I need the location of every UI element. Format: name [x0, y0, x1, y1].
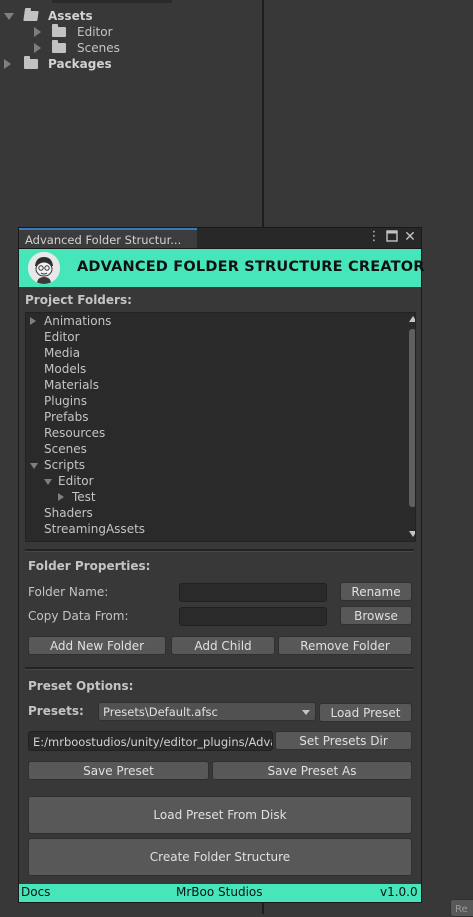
add-new-folder-button[interactable]: Add New Folder	[28, 636, 166, 655]
corner-button[interactable]: Re	[450, 899, 473, 917]
presets-dir-input[interactable]: E:/mrboostudios/unity/editor_plugins/Adv…	[28, 731, 273, 751]
folder-list-item-label: Animations	[44, 314, 112, 328]
section-divider	[25, 549, 414, 552]
folder-list-item[interactable]: Resources	[30, 425, 105, 441]
folder-list-item[interactable]: Scenes	[30, 441, 87, 457]
preset-options-heading: Preset Options:	[28, 679, 134, 693]
window-title: ADVANCED FOLDER STRUCTURE CREATOR	[77, 259, 425, 275]
load-preset-button[interactable]: Load Preset	[319, 703, 412, 722]
scroll-up-icon[interactable]	[409, 316, 415, 322]
folder-list-item[interactable]: Animations	[30, 313, 111, 329]
section-divider	[25, 667, 414, 670]
collapse-arrow-icon[interactable]	[30, 317, 36, 325]
window-tab-bar: Advanced Folder Structur... ⋮ ✕	[19, 228, 421, 249]
folder-icon	[52, 24, 66, 37]
folder-list-item-label: Scenes	[44, 442, 87, 456]
scroll-down-icon[interactable]	[409, 531, 415, 537]
close-icon[interactable]: ✕	[403, 230, 417, 244]
folder-list-item-label: Media	[44, 346, 81, 360]
folder-list-item-label: Test	[72, 490, 96, 504]
folder-list-item-label: Editor	[58, 474, 94, 488]
folder-list-item[interactable]: Plugins	[30, 393, 87, 409]
folder-icon	[52, 40, 66, 53]
tree-item-label: Packages	[48, 57, 112, 71]
foldout-slot	[58, 490, 68, 504]
add-child-button[interactable]: Add Child	[171, 636, 275, 655]
folder-open-icon	[23, 11, 39, 21]
folder-list-item[interactable]: Scripts	[30, 457, 85, 473]
project-folders-heading: Project Folders:	[25, 293, 132, 307]
folder-list-item[interactable]: StreamingAssets	[30, 521, 145, 537]
save-preset-as-button[interactable]: Save Preset As	[212, 761, 412, 780]
folder-list-item-label: Scripts	[44, 458, 86, 472]
folder-list-item-label: Plugins	[44, 394, 87, 408]
folder-properties-heading: Folder Properties:	[28, 559, 151, 573]
folder-list-item[interactable]: Editor	[30, 329, 80, 345]
collapse-arrow-icon[interactable]	[4, 59, 11, 69]
afsc-window: Advanced Folder Structur... ⋮ ✕ ADVANCED…	[18, 227, 424, 903]
presets-dropdown-value: Presets\Default.afsc	[103, 705, 218, 719]
mascot-logo-icon	[28, 252, 60, 284]
scrollbar-thumb[interactable]	[409, 329, 415, 507]
collapse-arrow-icon[interactable]	[34, 43, 41, 53]
header-banner: ADVANCED FOLDER STRUCTURE CREATOR	[19, 249, 424, 287]
load-preset-from-disk-button[interactable]: Load Preset From Disk	[28, 796, 412, 834]
create-folder-structure-button[interactable]: Create Folder Structure	[28, 838, 412, 876]
folder-list-item[interactable]: Editor	[44, 473, 94, 489]
footer-bar: Docs MrBoo Studios v1.0.0	[19, 884, 421, 902]
set-presets-dir-button[interactable]: Set Presets Dir	[275, 731, 412, 750]
foldout-slot	[30, 458, 40, 472]
folder-list-item[interactable]: Shaders	[30, 505, 93, 521]
expand-arrow-icon[interactable]	[44, 479, 52, 485]
folder-list-item-label: Editor	[44, 330, 80, 344]
rename-button[interactable]: Rename	[340, 582, 412, 601]
presets-dropdown[interactable]: Presets\Default.afsc	[98, 702, 316, 721]
expand-arrow-icon[interactable]	[30, 463, 38, 469]
folder-list-item-label: Resources	[44, 426, 106, 440]
version-label: v1.0.0	[380, 885, 418, 899]
tree-item-label: Editor	[77, 25, 113, 39]
folder-icon	[24, 56, 38, 69]
maximize-icon[interactable]	[385, 230, 399, 244]
kebab-menu-icon[interactable]: ⋮	[367, 230, 381, 244]
folder-list-item-label: Models	[44, 362, 87, 376]
folder-list-item[interactable]: Test	[58, 489, 96, 505]
tree-item-assets[interactable]: Assets	[4, 8, 93, 24]
collapse-arrow-icon[interactable]	[34, 27, 41, 37]
folder-list-item-label: StreamingAssets	[44, 522, 146, 536]
copy-data-input[interactable]	[179, 607, 327, 626]
folder-name-input[interactable]	[179, 583, 327, 602]
docs-link[interactable]: Docs	[21, 885, 50, 899]
foldout-slot	[30, 314, 40, 328]
tree-item-label: Assets	[48, 9, 93, 23]
folder-list-item-label: Prefabs	[44, 410, 89, 424]
collapse-arrow-icon[interactable]	[58, 493, 64, 501]
project-folders-list[interactable]: Animations Editor Media Models Materials Plug…	[25, 312, 416, 542]
folder-list-item[interactable]: Prefabs	[30, 409, 89, 425]
folder-list-item[interactable]: Media	[30, 345, 80, 361]
remove-folder-button[interactable]: Remove Folder	[278, 636, 412, 655]
project-search-strip	[52, 0, 172, 3]
foldout-slot	[44, 474, 54, 488]
chevron-down-icon	[302, 710, 310, 715]
folder-list-item[interactable]: Models	[30, 361, 86, 377]
copy-data-label: Copy Data From:	[28, 609, 129, 623]
save-preset-button[interactable]: Save Preset	[28, 761, 209, 780]
tree-item-packages[interactable]: Packages	[4, 56, 112, 72]
tree-item-label: Scenes	[77, 41, 120, 55]
studio-name: MrBoo Studios	[176, 885, 263, 899]
window-tab[interactable]: Advanced Folder Structur...	[19, 228, 197, 248]
folder-name-label: Folder Name:	[28, 585, 109, 599]
presets-label: Presets:	[28, 704, 84, 718]
folder-list-item-label: Shaders	[44, 506, 93, 520]
browse-button[interactable]: Browse	[340, 606, 412, 625]
expand-arrow-icon[interactable]	[4, 12, 14, 20]
tree-item-editor[interactable]: Editor	[34, 24, 113, 40]
folder-list-item[interactable]: Materials	[30, 377, 99, 393]
tree-item-scenes[interactable]: Scenes	[34, 40, 120, 56]
folder-list-item-label: Materials	[44, 378, 100, 392]
